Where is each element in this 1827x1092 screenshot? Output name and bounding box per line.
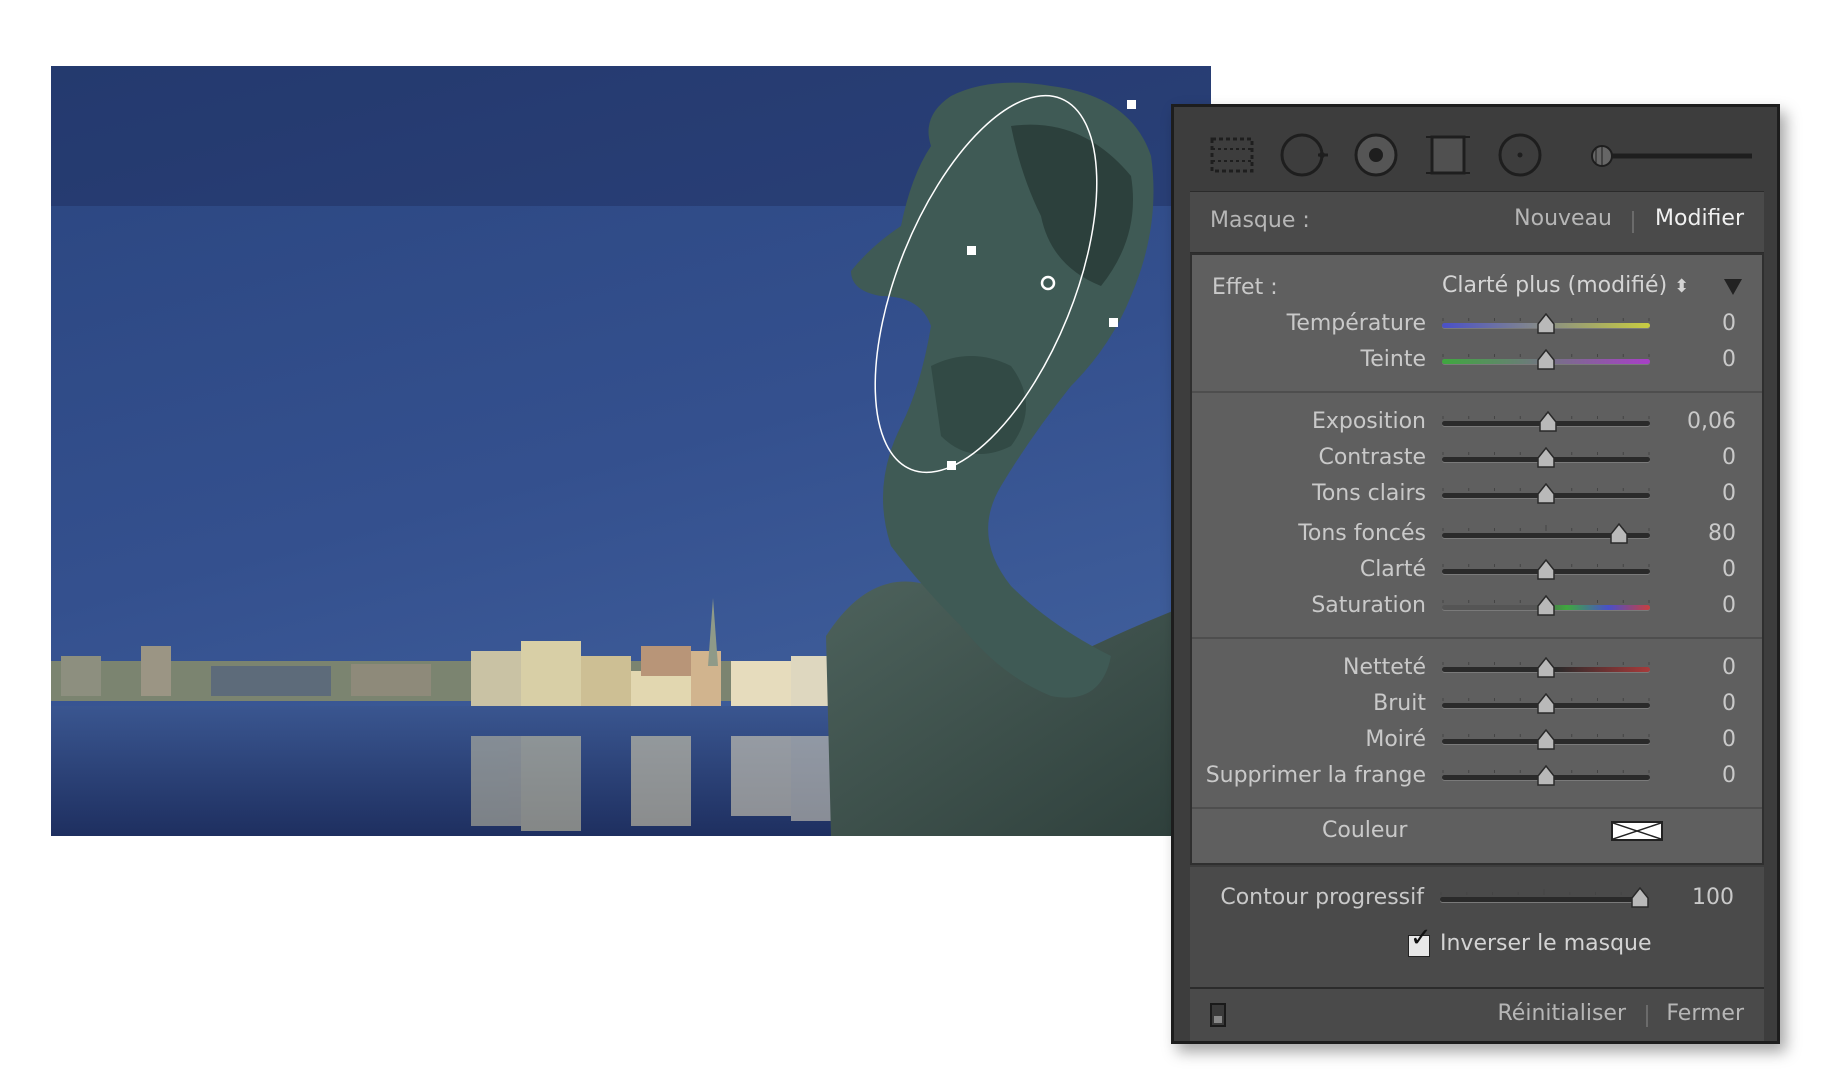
slider-label: Supprimer la frange bbox=[1205, 763, 1426, 788]
slider-feather: Contour progressif 100 bbox=[1190, 881, 1760, 917]
slider-clarity: Clarté 0 bbox=[1192, 553, 1762, 589]
effect-section: Effet : Clarté plus (modifié) ⬍ Températ… bbox=[1190, 253, 1764, 865]
slider-thumb[interactable] bbox=[1537, 483, 1555, 505]
red-eye-icon[interactable] bbox=[1350, 129, 1402, 181]
effect-preset-dropdown[interactable]: Clarté plus (modifié) ⬍ bbox=[1442, 273, 1689, 298]
invert-mask-label[interactable]: Inverser le masque bbox=[1440, 931, 1652, 956]
slider-saturation: Saturation 0 bbox=[1192, 589, 1762, 625]
disclosure-triangle-icon[interactable] bbox=[1724, 279, 1742, 295]
separator bbox=[1632, 211, 1634, 233]
slider-exposure: Exposition 0,06 bbox=[1192, 405, 1762, 441]
graduated-filter-icon[interactable] bbox=[1206, 129, 1258, 181]
slider-thumb[interactable] bbox=[1537, 657, 1555, 679]
local-adjustment-panel: Masque : Nouveau Modifier Effet : Clarté… bbox=[1171, 104, 1780, 1044]
slider-thumb[interactable] bbox=[1537, 349, 1555, 371]
slider-value[interactable]: 0 bbox=[1722, 347, 1736, 372]
slider-thumb[interactable] bbox=[1537, 729, 1555, 751]
slider-defringe: Supprimer la frange 0 bbox=[1192, 759, 1762, 795]
spot-removal-icon[interactable] bbox=[1278, 129, 1330, 181]
color-swatch[interactable] bbox=[1611, 821, 1663, 841]
slider-label: Exposition bbox=[1311, 409, 1426, 434]
slider-temperature: Température 0 bbox=[1192, 307, 1762, 343]
photo-image bbox=[51, 66, 1211, 836]
slider-moire: Moiré 0 bbox=[1192, 723, 1762, 759]
slider-label: Température bbox=[1286, 311, 1426, 336]
slider-thumb[interactable] bbox=[1537, 693, 1555, 715]
slider-value[interactable]: 0 bbox=[1722, 557, 1736, 582]
slider-thumb[interactable] bbox=[1537, 765, 1555, 787]
slider-thumb[interactable] bbox=[1630, 887, 1649, 909]
slider-tint: Teinte 0 bbox=[1192, 343, 1762, 379]
divider bbox=[1192, 391, 1762, 393]
slider-value[interactable]: 0 bbox=[1722, 481, 1736, 506]
slider-thumb[interactable] bbox=[1537, 313, 1555, 335]
slider-label: Contraste bbox=[1318, 445, 1426, 470]
edit-mask-button[interactable]: Modifier bbox=[1655, 206, 1744, 231]
slider-value[interactable]: 0 bbox=[1722, 727, 1736, 752]
checkmark-icon: ✓ bbox=[1410, 923, 1432, 953]
slider-value[interactable]: 0 bbox=[1722, 445, 1736, 470]
slider-label: Tons clairs bbox=[1312, 481, 1426, 506]
divider bbox=[1192, 637, 1762, 639]
reset-button[interactable]: Réinitialiser bbox=[1498, 1001, 1627, 1026]
adjustment-brush-icon[interactable] bbox=[1590, 141, 1755, 171]
slider-value[interactable]: 0 bbox=[1722, 763, 1736, 788]
slider-ticks bbox=[1440, 889, 1648, 895]
new-mask-button[interactable]: Nouveau bbox=[1514, 206, 1612, 231]
slider-label: Moiré bbox=[1365, 727, 1426, 752]
divider bbox=[1192, 807, 1762, 809]
slider-track[interactable] bbox=[1440, 897, 1648, 902]
dropdown-arrows-icon: ⬍ bbox=[1674, 276, 1690, 297]
slider-shadows: Tons foncés 80 bbox=[1192, 517, 1762, 553]
slider-label: Bruit bbox=[1373, 691, 1426, 716]
close-button[interactable]: Fermer bbox=[1666, 1001, 1744, 1026]
slider-label: Netteté bbox=[1343, 655, 1426, 680]
slider-value[interactable]: 100 bbox=[1692, 885, 1734, 910]
mask-bar: Masque : Nouveau Modifier bbox=[1190, 191, 1764, 253]
slider-thumb[interactable] bbox=[1610, 523, 1628, 545]
slider-label: Saturation bbox=[1311, 593, 1426, 618]
crop-icon[interactable] bbox=[1422, 129, 1474, 181]
tool-strip bbox=[1190, 115, 1764, 195]
slider-value[interactable]: 80 bbox=[1708, 521, 1736, 546]
photo-canvas[interactable] bbox=[51, 66, 1211, 836]
effect-label: Effet : bbox=[1212, 275, 1278, 300]
slider-thumb[interactable] bbox=[1537, 559, 1555, 581]
slider-value[interactable]: 0 bbox=[1722, 593, 1736, 618]
slider-thumb[interactable] bbox=[1537, 447, 1555, 469]
slider-sharpness: Netteté 0 bbox=[1192, 651, 1762, 687]
effect-preset-value: Clarté plus (modifié) bbox=[1442, 273, 1668, 298]
panel-footer: Réinitialiser Fermer bbox=[1190, 987, 1764, 1041]
slider-value[interactable]: 0 bbox=[1722, 691, 1736, 716]
feather-section: Contour progressif 100 ✓ Inverser le mas… bbox=[1190, 867, 1764, 987]
color-label: Couleur bbox=[1322, 818, 1408, 843]
slider-value[interactable]: 0 bbox=[1722, 311, 1736, 336]
slider-value[interactable]: 0 bbox=[1722, 655, 1736, 680]
slider-label: Contour progressif bbox=[1220, 885, 1424, 910]
radial-filter-icon[interactable] bbox=[1494, 129, 1546, 181]
slider-label: Clarté bbox=[1359, 557, 1426, 582]
slider-thumb[interactable] bbox=[1537, 595, 1555, 617]
slider-label: Teinte bbox=[1360, 347, 1426, 372]
slider-thumb[interactable] bbox=[1539, 411, 1557, 433]
mask-label: Masque : bbox=[1210, 208, 1310, 233]
slider-noise: Bruit 0 bbox=[1192, 687, 1762, 723]
slider-contrast: Contraste 0 bbox=[1192, 441, 1762, 477]
slider-value[interactable]: 0,06 bbox=[1687, 409, 1736, 434]
slider-highlights: Tons clairs 0 bbox=[1192, 477, 1762, 513]
slider-label: Tons foncés bbox=[1298, 521, 1426, 546]
separator bbox=[1646, 1005, 1648, 1027]
panel-toggle-icon[interactable] bbox=[1210, 1003, 1226, 1027]
